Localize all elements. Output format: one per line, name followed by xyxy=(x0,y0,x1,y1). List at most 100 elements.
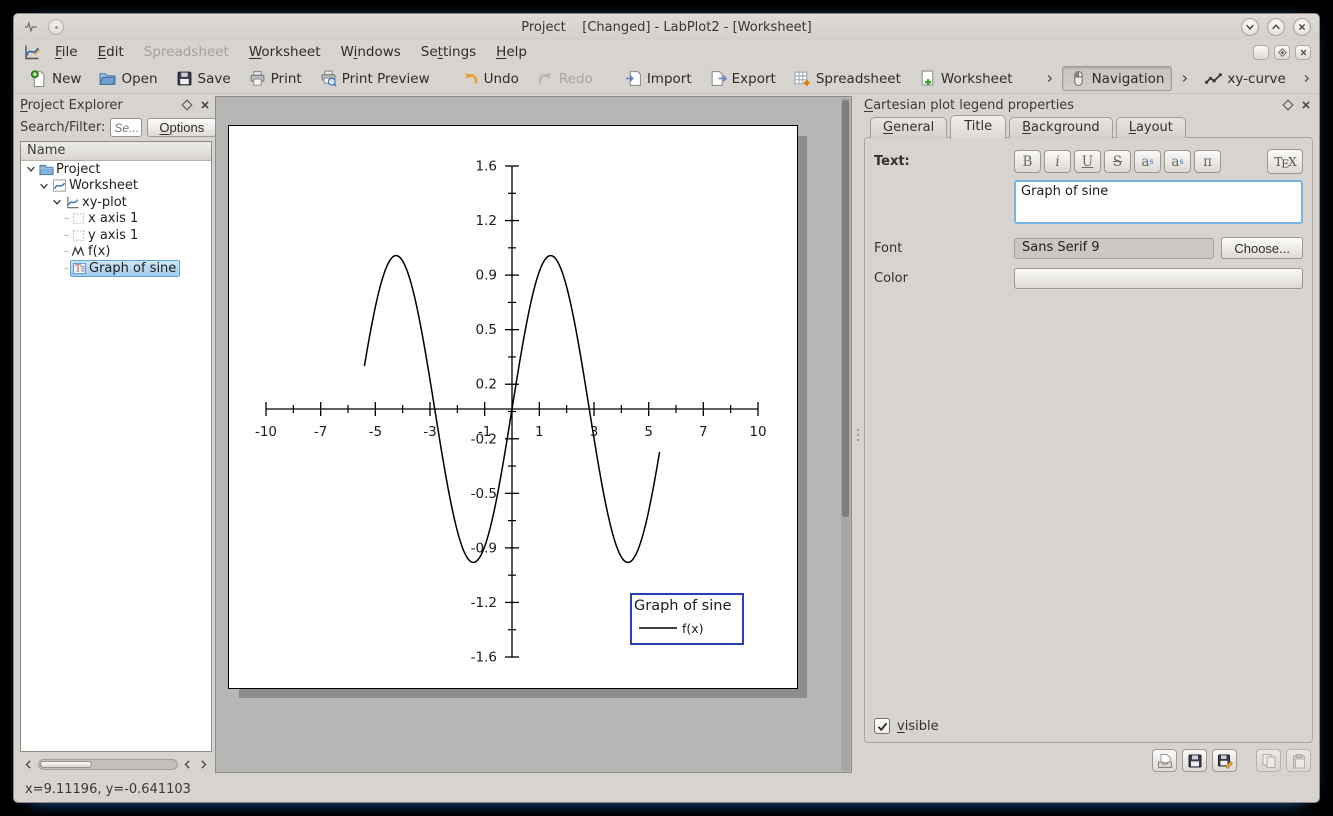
cartesian-plot[interactable]: -10-7-5-3-11357101.61.20.90.50.2-0.2-0.5… xyxy=(229,126,797,688)
visible-checkbox[interactable] xyxy=(874,718,890,734)
legend-title-input[interactable]: Graph of sine xyxy=(1014,180,1303,224)
options-button[interactable]: Options xyxy=(147,118,216,137)
vscroll-thumb[interactable] xyxy=(842,100,849,517)
font-label: Font xyxy=(874,241,1014,256)
toolbar-overflow-chevron[interactable] xyxy=(1301,73,1312,84)
expander-chevron-icon[interactable] xyxy=(38,180,50,192)
explorer-hscrollbar[interactable] xyxy=(20,756,212,773)
tree-item-graph-of-sine[interactable]: –TGraph of sine xyxy=(21,260,211,277)
tab-general[interactable]: General xyxy=(870,117,947,138)
labplot-app-icon xyxy=(22,44,42,60)
format-italic-button[interactable]: i xyxy=(1044,150,1071,173)
floppy-icon xyxy=(1187,753,1203,769)
export-button[interactable]: Export xyxy=(702,66,784,91)
tab-background[interactable]: Background xyxy=(1009,117,1113,138)
worksheet-view[interactable]: -10-7-5-3-11357101.61.20.90.50.2-0.2-0.5… xyxy=(215,96,852,773)
save-button[interactable]: Save xyxy=(168,66,239,91)
expander-chevron-icon[interactable] xyxy=(51,196,63,208)
undo-button[interactable]: Undo xyxy=(454,66,527,91)
menu-help[interactable]: Help xyxy=(487,42,536,62)
choose-font-button[interactable]: Choose... xyxy=(1221,237,1303,259)
expander-chevron-icon[interactable] xyxy=(25,163,37,175)
tab-title[interactable]: Title xyxy=(950,115,1006,139)
format-underline-button[interactable]: U xyxy=(1074,150,1101,173)
format-subscript-button[interactable]: as xyxy=(1164,150,1191,173)
undo-icon xyxy=(462,70,479,87)
floppy-icon xyxy=(176,70,193,87)
dock-splitter[interactable] xyxy=(855,96,861,773)
scroll-left-icon[interactable] xyxy=(22,758,35,771)
menu-windows[interactable]: Windows xyxy=(332,42,410,62)
import-button[interactable]: Import xyxy=(617,66,700,91)
save-template-button[interactable] xyxy=(1182,749,1207,772)
load-template-button[interactable] xyxy=(1152,749,1177,772)
xy-curve-button[interactable]: xy-curve xyxy=(1197,66,1293,91)
menubar-items: FileEditSpreadsheetWorksheetWindowsSetti… xyxy=(46,42,536,62)
worksheet-page[interactable]: -10-7-5-3-11357101.61.20.90.50.2-0.2-0.5… xyxy=(228,125,798,689)
tree-item-label: x axis 1 xyxy=(86,211,140,226)
spreadsheet-icon xyxy=(794,70,811,87)
paste-icon xyxy=(1291,753,1307,769)
dock-float-icon[interactable] xyxy=(180,98,194,112)
tree-item-project[interactable]: Project xyxy=(21,161,211,178)
print-preview-button[interactable]: Print Preview xyxy=(312,66,438,91)
tree-item-y-axis-1[interactable]: –y axis 1 xyxy=(21,227,211,244)
navigation-button[interactable]: Navigation xyxy=(1062,66,1173,91)
tree-item-x-axis-1[interactable]: –x axis 1 xyxy=(21,211,211,228)
format-symbol-pi-button[interactable]: π xyxy=(1194,150,1221,173)
text-tree-icon: T xyxy=(72,261,87,276)
tab-layout[interactable]: Layout xyxy=(1116,117,1186,138)
mdi-close-button[interactable] xyxy=(1295,45,1311,60)
mdi-restore-button[interactable] xyxy=(1253,45,1269,60)
menu-edit[interactable]: Edit xyxy=(89,42,133,62)
menu-file[interactable]: File xyxy=(46,42,87,62)
maximize-button[interactable] xyxy=(1267,18,1285,36)
y-tick-label: -0.2 xyxy=(471,431,497,447)
search-input[interactable] xyxy=(110,118,142,137)
plot-legend[interactable]: Graph of sinef(x) xyxy=(631,594,743,644)
spreadsheet-button[interactable]: Spreadsheet xyxy=(786,66,909,91)
hscroll-thumb[interactable] xyxy=(40,761,92,768)
redo-button: Redo xyxy=(529,66,601,91)
format-strikethrough-button[interactable]: S xyxy=(1104,150,1131,173)
minimize-button[interactable] xyxy=(1241,18,1259,36)
import-button-label: Import xyxy=(647,71,692,87)
worksheet-button[interactable]: Worksheet xyxy=(911,66,1021,91)
open-button[interactable]: Open xyxy=(91,66,165,91)
color-picker-button[interactable] xyxy=(1014,268,1303,289)
tree-item-f-x[interactable]: –f(x) xyxy=(21,244,211,261)
format-bold-button[interactable]: B xyxy=(1014,150,1041,173)
y-tick-label: 0.5 xyxy=(476,322,497,338)
toolbar-overflow-chevron[interactable] xyxy=(1179,73,1190,84)
print-button[interactable]: Print xyxy=(241,66,310,91)
chevron-right-icon xyxy=(1044,73,1055,84)
mdi-shade-button[interactable] xyxy=(1274,45,1290,60)
scroll-left2-icon[interactable] xyxy=(181,758,194,771)
dock-close-icon[interactable] xyxy=(198,98,212,112)
menu-settings[interactable]: Settings xyxy=(412,42,485,62)
diamond-icon xyxy=(1277,47,1288,58)
worksheet-vscrollbar[interactable] xyxy=(841,98,850,771)
menu-worksheet[interactable]: Worksheet xyxy=(240,42,330,62)
title-tab-panel: Text: BiUSasasπTEX Graph of sine Font Sa… xyxy=(864,137,1313,743)
titlebar-menu-button[interactable] xyxy=(48,19,64,35)
new-button[interactable]: New xyxy=(22,66,89,91)
toolbar-overflow-chevron[interactable] xyxy=(1044,73,1055,84)
xy-curve-icon xyxy=(1205,70,1222,87)
open-button-label: Open xyxy=(121,71,157,87)
close-button[interactable] xyxy=(1293,18,1311,36)
dock-close-icon[interactable] xyxy=(1299,98,1313,112)
tree-item-xy-plot[interactable]: xy-plot xyxy=(21,194,211,211)
export-button-label: Export xyxy=(732,71,776,87)
save-template-as-button[interactable] xyxy=(1212,749,1237,772)
tex-mode-button[interactable]: TEX xyxy=(1267,149,1303,174)
copy-icon xyxy=(1261,753,1277,769)
main-toolbar: New Open SavePrintPrint Preview UndoRedo Imp… xyxy=(14,64,1319,94)
dock-float-icon[interactable] xyxy=(1281,98,1295,112)
format-superscript-button[interactable]: as xyxy=(1134,150,1161,173)
scroll-right-icon[interactable] xyxy=(197,758,210,771)
tree-item-worksheet[interactable]: Worksheet xyxy=(21,178,211,195)
tree-header-name[interactable]: Name xyxy=(21,142,211,161)
titlebar[interactable]: Project [Changed] - LabPlot2 - [Workshee… xyxy=(14,14,1319,40)
hscroll-track[interactable] xyxy=(38,759,178,770)
